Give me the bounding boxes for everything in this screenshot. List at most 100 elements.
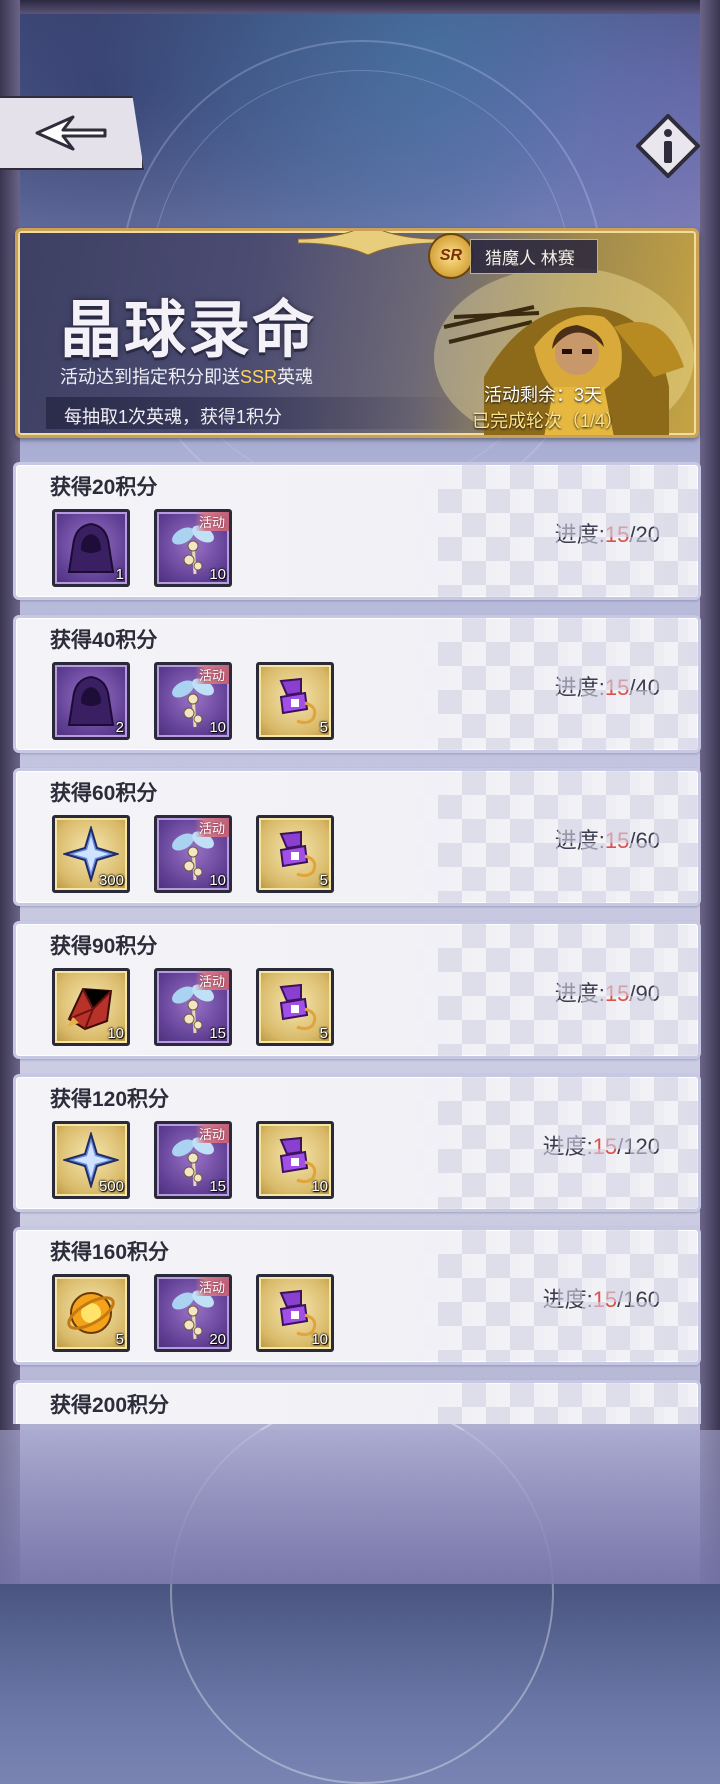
task-card: 获得40积分 2 活动 10 5 进度:15/40 <box>13 615 701 753</box>
frame-top-border <box>0 0 720 14</box>
reward-item[interactable]: 活动 10 <box>154 815 232 893</box>
info-button[interactable] <box>635 113 701 179</box>
progress-current: 15 <box>604 675 630 700</box>
frame-right-border <box>700 0 720 1584</box>
reward-item[interactable]: 5 <box>52 1274 130 1352</box>
task-title: 获得40积分 <box>50 629 158 652</box>
event-tag: 活动 <box>194 1124 229 1143</box>
reward-item[interactable]: 10 <box>52 968 130 1046</box>
item-count: 5 <box>115 1331 124 1348</box>
item-count: 10 <box>311 1178 328 1195</box>
item-count: 10 <box>311 1331 328 1348</box>
progress-current: 15 <box>592 1287 618 1312</box>
item-count: 300 <box>98 872 124 889</box>
reward-items: 10 活动 15 5 <box>52 968 334 1046</box>
reward-item[interactable]: 300 <box>52 815 130 893</box>
progress-label: 进度: <box>554 828 605 853</box>
back-button[interactable] <box>0 96 144 170</box>
task-title: 获得200积分 <box>50 1394 170 1417</box>
progress-target: /160 <box>617 1287 660 1312</box>
progress-current: 15 <box>592 1134 618 1159</box>
task-title: 获得90积分 <box>50 935 158 958</box>
ssr-badge: SR <box>428 233 474 279</box>
task-progress: 进度:15/160 <box>543 1282 660 1314</box>
item-count: 15 <box>209 1025 226 1042</box>
reward-item[interactable]: 2 <box>52 662 130 740</box>
task-progress: 进度:15/40 <box>555 670 660 702</box>
item-count: 5 <box>319 1025 328 1042</box>
progress-target: /20 <box>629 522 660 547</box>
reward-item[interactable]: 活动 10 <box>154 662 232 740</box>
task-list[interactable]: 获得20积分 1 活动 10 进度:15/20 获得40积分 2 活动 10 5 进度:15/40 获… <box>13 462 701 1424</box>
event-tag: 活动 <box>194 1277 229 1296</box>
reward-item[interactable]: 1 <box>52 509 130 587</box>
task-progress: 进度:15/60 <box>555 823 660 855</box>
progress-label: 进度: <box>542 1287 593 1312</box>
reward-item[interactable]: 10 <box>256 1121 334 1199</box>
item-count: 5 <box>319 719 328 736</box>
item-count: 10 <box>209 872 226 889</box>
time-remaining: 活动剩余：3天 <box>484 385 603 405</box>
item-count: 2 <box>115 719 124 736</box>
event-description: 活动达到指定积分即送SSR英魂 <box>60 367 314 387</box>
event-tag: 活动 <box>194 818 229 837</box>
reward-item[interactable]: 5 <box>256 662 334 740</box>
event-rule: 每抽取1次英魂，获得1积分 <box>64 407 283 427</box>
progress-target: /60 <box>629 828 660 853</box>
reward-item[interactable]: 活动 10 <box>154 509 232 587</box>
item-count: 10 <box>209 566 226 583</box>
reward-items: 1 活动 10 <box>52 509 232 587</box>
progress-current: 15 <box>604 522 630 547</box>
progress-target: /90 <box>629 981 660 1006</box>
event-tag: 活动 <box>194 665 229 684</box>
progress-current: 15 <box>604 828 630 853</box>
progress-label: 进度: <box>554 522 605 547</box>
progress-target: /40 <box>629 675 660 700</box>
progress-label: 进度: <box>554 675 605 700</box>
reward-item[interactable]: 活动 20 <box>154 1274 232 1352</box>
reward-items: 500 活动 15 10 <box>52 1121 334 1199</box>
event-banner: 晶球录命 活动达到指定积分即送SSR英魂 每抽取1次英魂，获得1积分 SR 猎魔… <box>15 228 699 438</box>
task-card: 获得200积分 <box>13 1380 701 1424</box>
reward-item[interactable]: 5 <box>256 815 334 893</box>
task-title: 获得60积分 <box>50 782 158 805</box>
banner-ornament-icon <box>298 231 438 255</box>
item-count: 10 <box>107 1025 124 1042</box>
item-count: 500 <box>98 1178 124 1195</box>
event-tag: 活动 <box>194 512 229 531</box>
reward-item[interactable]: 500 <box>52 1121 130 1199</box>
info-icon <box>635 113 701 179</box>
item-count: 1 <box>115 566 124 583</box>
bottom-decoration <box>0 1430 720 1584</box>
reward-item[interactable]: 活动 15 <box>154 968 232 1046</box>
progress-label: 进度: <box>554 981 605 1006</box>
reward-items: 2 活动 10 5 <box>52 662 334 740</box>
reward-item[interactable]: 10 <box>256 1274 334 1352</box>
progress-target: /120 <box>617 1134 660 1159</box>
progress-label: 进度: <box>542 1134 593 1159</box>
hero-tag: SR 猎魔人 林赛 <box>428 233 598 279</box>
item-count: 10 <box>209 719 226 736</box>
task-card: 获得90积分 10 活动 15 5 进度:15/90 <box>13 921 701 1059</box>
reward-item[interactable]: 5 <box>256 968 334 1046</box>
reward-items: 300 活动 10 5 <box>52 815 334 893</box>
back-arrow-icon <box>35 115 107 151</box>
progress-current: 15 <box>604 981 630 1006</box>
hero-name: 猎魔人 林赛 <box>470 238 598 274</box>
task-card: 获得20积分 1 活动 10 进度:15/20 <box>13 462 701 600</box>
reward-items: 5 活动 20 10 <box>52 1274 334 1352</box>
completed-rounds: 已完成轮次（1/4） <box>472 411 624 431</box>
item-count: 15 <box>209 1178 226 1195</box>
item-count: 5 <box>319 872 328 889</box>
reward-item[interactable]: 活动 15 <box>154 1121 232 1199</box>
event-title: 晶球录命 <box>60 296 317 365</box>
task-progress: 进度:15/90 <box>555 976 660 1008</box>
task-card: 获得160积分 5 活动 20 10 进度:15/160 <box>13 1227 701 1365</box>
task-card: 获得60积分 300 活动 10 5 进度:15/60 <box>13 768 701 906</box>
task-title: 获得160积分 <box>50 1241 170 1264</box>
task-progress: 进度:15/20 <box>555 517 660 549</box>
item-count: 20 <box>209 1331 226 1348</box>
event-tag: 活动 <box>194 971 229 990</box>
task-card: 获得120积分 500 活动 15 10 进度:15/120 <box>13 1074 701 1212</box>
task-title: 获得120积分 <box>50 1088 170 1111</box>
